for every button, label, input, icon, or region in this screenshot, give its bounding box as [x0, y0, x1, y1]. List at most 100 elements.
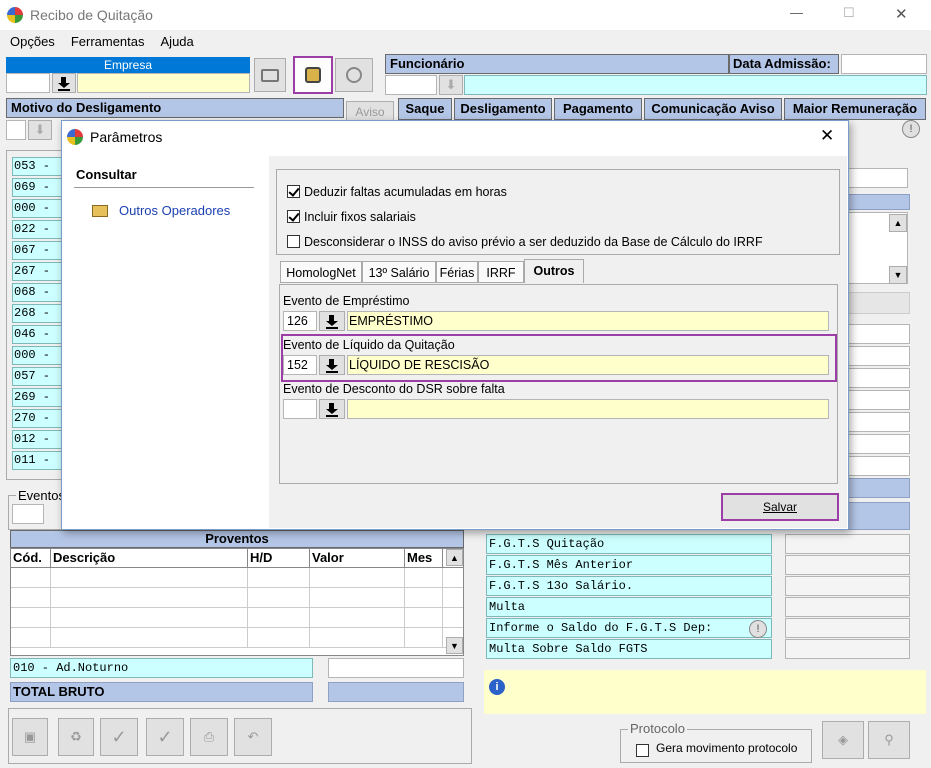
event-code-row[interactable]: 069 - — [12, 178, 62, 197]
grid-scroll-down-button[interactable]: ▼ — [889, 266, 907, 284]
open-folder-button[interactable] — [254, 58, 286, 92]
option-checkbox-label: Deduzir faltas acumuladas em horas — [304, 184, 507, 199]
right-dropdown[interactable] — [848, 292, 910, 314]
event-lookup-button[interactable] — [319, 399, 345, 419]
event-code-row[interactable]: 022 - — [12, 220, 62, 239]
parameters-button[interactable] — [293, 56, 333, 94]
protocolo-search-button[interactable]: ⚲ — [868, 721, 910, 759]
proventos-row[interactable] — [11, 588, 463, 608]
magnifier-icon — [346, 67, 362, 83]
option-checkbox-row[interactable]: Deduzir faltas acumuladas em horas — [287, 179, 763, 204]
event-code-row[interactable]: 267 - — [12, 262, 62, 281]
fgts-row-value[interactable] — [785, 576, 910, 596]
dialog-tab-13-sal-rio[interactable]: 13º Salário — [362, 261, 436, 283]
tab-desligamento[interactable]: Desligamento — [454, 98, 552, 120]
sidebar-item-outros-operadores[interactable]: Outros Operadores — [119, 203, 230, 218]
proventos-col-header: Cód. — [11, 549, 51, 567]
confirm-button[interactable]: ✓ — [100, 718, 138, 756]
save-button[interactable]: Salvar — [721, 493, 839, 521]
delete-button[interactable]: ♻ — [58, 718, 94, 756]
tab-maior-remuneracao[interactable]: Maior Remuneração — [784, 98, 926, 120]
data-admissao-field[interactable] — [841, 54, 927, 74]
option-checkbox[interactable] — [287, 185, 300, 198]
dialog-tab-f-rias[interactable]: Férias — [436, 261, 478, 283]
dialog-title: Parâmetros — [90, 129, 163, 145]
motivo-code-input[interactable] — [6, 120, 26, 140]
proventos-row[interactable] — [11, 568, 463, 588]
fgts-row-value[interactable] — [785, 555, 910, 575]
right-value-field — [848, 368, 910, 388]
event-code-row[interactable]: 057 - — [12, 367, 62, 386]
proventos-cell — [51, 568, 248, 587]
event-field-row — [283, 399, 835, 419]
confirm-all-button[interactable]: ✓ — [146, 718, 184, 756]
event-field-group: Evento de Desconto do DSR sobre falta — [283, 380, 835, 424]
tab-pagamento[interactable]: Pagamento — [554, 98, 642, 120]
fgts-list: F.G.T.S Quitação F.G.T.S Mês Anterior F.G.… — [486, 534, 910, 660]
funcionario-lookup-button[interactable]: ⬇ — [439, 75, 463, 95]
save-disk-button[interactable]: ▣ — [12, 718, 48, 756]
proventos-scroll-down[interactable]: ▼ — [446, 637, 463, 654]
search-button[interactable] — [335, 58, 373, 92]
eventos-input[interactable] — [12, 504, 44, 524]
event-lookup-button[interactable] — [319, 355, 345, 375]
event-code-row[interactable]: 011 - — [12, 451, 62, 470]
window-title: Recibo de Quitação — [30, 7, 153, 23]
fgts-info-icon[interactable]: ! — [749, 620, 767, 638]
print-button[interactable]: ⎙ — [190, 718, 228, 756]
event-code-row[interactable]: 000 - — [12, 346, 62, 365]
empresa-code-input[interactable] — [6, 73, 50, 93]
empresa-lookup-button[interactable] — [52, 73, 76, 93]
menu-ajuda[interactable]: Ajuda — [161, 30, 194, 52]
event-code-row[interactable]: 012 - — [12, 430, 62, 449]
option-checkbox-row[interactable]: Incluir fixos salariais — [287, 204, 763, 229]
proventos-row[interactable] — [11, 608, 463, 628]
menu-ferramentas[interactable]: Ferramentas — [71, 30, 145, 52]
sidebar-divider — [74, 187, 254, 188]
dialog-right-panel: Deduzir faltas acumuladas em horas Inclui… — [269, 156, 847, 528]
event-lookup-button[interactable] — [319, 311, 345, 331]
tab-saque[interactable]: Saque — [398, 98, 452, 120]
event-code-row[interactable]: 268 - — [12, 304, 62, 323]
dialog-tab-outros[interactable]: Outros — [524, 259, 584, 283]
event-field-label: Evento de Desconto do DSR sobre falta — [283, 382, 505, 396]
option-checkbox[interactable] — [287, 210, 300, 223]
tab-comunicacao-aviso[interactable]: Comunicação Aviso — [644, 98, 782, 120]
minimize-button[interactable]: — — [790, 5, 803, 20]
dialog-tab-homolognet[interactable]: HomologNet — [280, 261, 362, 283]
event-field-label: Evento de Empréstimo — [283, 294, 410, 308]
fgts-row-value[interactable] — [785, 534, 910, 554]
event-code-row[interactable]: 000 - — [12, 199, 62, 218]
dialog-tab-irrf[interactable]: IRRF — [478, 261, 524, 283]
option-checkbox-row[interactable]: Desconsiderar o INSS do aviso prévio a s… — [287, 229, 763, 254]
funcionario-code-input[interactable] — [385, 75, 437, 95]
fgts-row-value[interactable] — [785, 618, 910, 638]
event-code-row[interactable]: 053 - — [12, 157, 62, 176]
protocolo-action-button[interactable]: ◈ — [822, 721, 864, 759]
maximize-button[interactable]: ☐ — [843, 5, 855, 21]
event-code-row[interactable]: 046 - — [12, 325, 62, 344]
fgts-row-value[interactable] — [785, 597, 910, 617]
protocolo-checkbox[interactable] — [636, 744, 649, 758]
event-code-row[interactable]: 269 - — [12, 388, 62, 407]
event-code-row[interactable]: 067 - — [12, 241, 62, 260]
dialog-close-button[interactable]: ✕ — [820, 126, 834, 146]
undo-button[interactable]: ↶ — [234, 718, 272, 756]
proventos-cell — [11, 628, 51, 647]
event-field-group: Evento de Líquido da Quitação 152 LÍQUIDO … — [281, 334, 837, 382]
info-circle-icon[interactable]: ! — [902, 120, 920, 138]
fgts-row-value[interactable] — [785, 639, 910, 659]
option-checkbox[interactable] — [287, 235, 300, 248]
proventos-row[interactable] — [11, 628, 463, 648]
event-code-input[interactable] — [283, 399, 317, 419]
proventos-scroll-up[interactable]: ▲ — [446, 549, 463, 566]
right-value-field — [848, 434, 910, 454]
event-code-input[interactable]: 152 — [283, 355, 317, 375]
motivo-lookup-button[interactable]: ⬇ — [28, 120, 52, 140]
grid-scroll-up-button[interactable]: ▲ — [889, 214, 907, 232]
event-code-input[interactable]: 126 — [283, 311, 317, 331]
menu-opcoes[interactable]: Opções — [10, 30, 55, 52]
event-code-row[interactable]: 068 - — [12, 283, 62, 302]
close-button[interactable]: ✕ — [895, 5, 908, 23]
event-code-row[interactable]: 270 - — [12, 409, 62, 428]
